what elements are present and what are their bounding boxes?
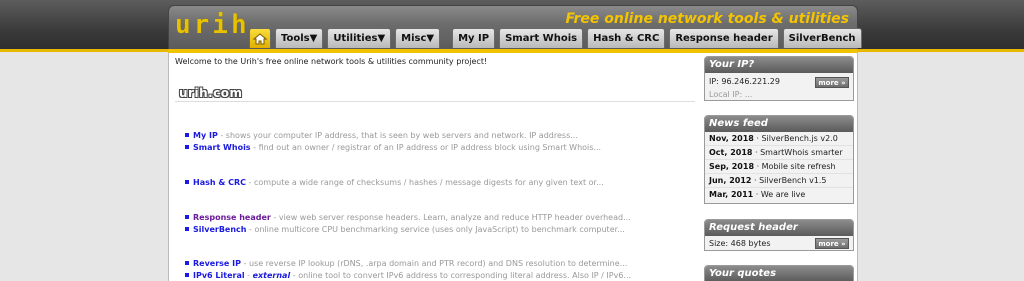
home-button[interactable] <box>249 28 271 48</box>
menu-utilities[interactable]: Utilities▼ <box>327 28 392 48</box>
menu-hash-crc[interactable]: Hash & CRC <box>587 28 666 48</box>
bullet-icon <box>185 132 189 137</box>
menu-smart-whois[interactable]: Smart Whois <box>499 28 584 48</box>
bullet-icon <box>185 144 189 149</box>
list-item: Reverse IP - use reverse IP lookup (rDNS… <box>185 259 627 268</box>
tool-description: find out an owner / registrar of an IP a… <box>258 143 602 152</box>
news-item[interactable]: Jun, 2012 · SilverBench v1.5 <box>705 174 853 188</box>
list-item: Response header - view web server respon… <box>185 213 631 222</box>
menu-misc[interactable]: Misc▼ <box>395 28 441 48</box>
site-tagline: Free online network tools & utilities <box>565 11 850 27</box>
list-item: Hash & CRC - compute a wide range of che… <box>185 178 604 187</box>
request-header-box: Request header Size: 468 bytes more » <box>704 219 854 251</box>
tool-link-my-ip[interactable]: My IP <box>193 131 218 140</box>
tool-description: view web server response headers. Learn,… <box>278 213 631 222</box>
news-item[interactable]: Mar, 2011 · We are live <box>705 188 853 202</box>
bullet-icon <box>185 214 189 219</box>
news-feed-box: News feed Nov, 2018 · SilverBench.js v2.… <box>704 115 854 204</box>
bullet-icon <box>185 272 189 277</box>
news-feed-title: News feed <box>705 116 853 132</box>
news-item[interactable]: Nov, 2018 · SilverBench.js v2.0 <box>705 132 853 146</box>
bullet-icon <box>185 179 189 184</box>
main-menu: Tools▼ Utilities▼ Misc▼ My IP Smart Whoi… <box>249 28 862 48</box>
site-header: urih Free online network tools & utiliti… <box>168 5 862 49</box>
tool-link-response-header[interactable]: Response header <box>193 213 271 222</box>
menu-silverbench[interactable]: SilverBench <box>782 28 862 48</box>
tool-link-reverse-ip[interactable]: Reverse IP <box>193 259 241 268</box>
section-divider <box>175 101 695 102</box>
menu-my-ip[interactable]: My IP <box>452 28 496 48</box>
menu-tools[interactable]: Tools▼ <box>275 28 324 48</box>
tool-description: compute a wide range of checksums / hash… <box>253 178 604 187</box>
home-icon <box>253 32 267 44</box>
external-tag: external <box>252 271 291 280</box>
your-ip-box: Your IP? IP: 96.246.221.29 Local IP: ...… <box>704 56 854 101</box>
site-logo[interactable]: urih <box>175 12 250 38</box>
list-item: Smart Whois - find out an owner / regist… <box>185 143 601 152</box>
request-header-title: Request header <box>705 220 853 236</box>
tool-description: shows your computer IP address, that is … <box>225 131 578 140</box>
tool-description: online multicore CPU benchmarking servic… <box>254 225 625 234</box>
tool-link-hash-crc[interactable]: Hash & CRC <box>193 178 246 187</box>
bullet-icon <box>185 226 189 231</box>
bullet-icon <box>185 260 189 265</box>
tool-description: online tool to convert IPv6 address to c… <box>298 271 632 280</box>
tool-link-ipv6-literal[interactable]: IPv6 Literal <box>193 271 245 280</box>
your-quotes-title: Your quotes <box>705 266 853 281</box>
your-quotes-box: Your quotes <box>704 265 854 281</box>
tool-link-silverbench[interactable]: SilverBench <box>193 225 247 234</box>
your-ip-more-button[interactable]: more » <box>815 77 849 88</box>
tool-description: use reverse IP lookup (rDNS, .arpa domai… <box>248 259 628 268</box>
local-ip: Local IP: ... <box>709 90 753 99</box>
welcome-text: Welcome to the Urih's free online networ… <box>175 57 488 66</box>
section-title: urih.com <box>179 86 243 100</box>
menu-response-header[interactable]: Response header <box>669 28 779 48</box>
news-item[interactable]: Oct, 2018 · SmartWhois smarter <box>705 146 853 160</box>
your-ip-title: Your IP? <box>705 57 853 73</box>
list-item: My IP - shows your computer IP address, … <box>185 131 578 140</box>
tool-link-smart-whois[interactable]: Smart Whois <box>193 143 251 152</box>
list-item: SilverBench - online multicore CPU bench… <box>185 225 625 234</box>
request-header-more-button[interactable]: more » <box>815 238 849 249</box>
news-item[interactable]: Sep, 2018 · Mobile site refresh <box>705 160 853 174</box>
list-item: IPv6 Literal - external - online tool to… <box>185 271 631 280</box>
